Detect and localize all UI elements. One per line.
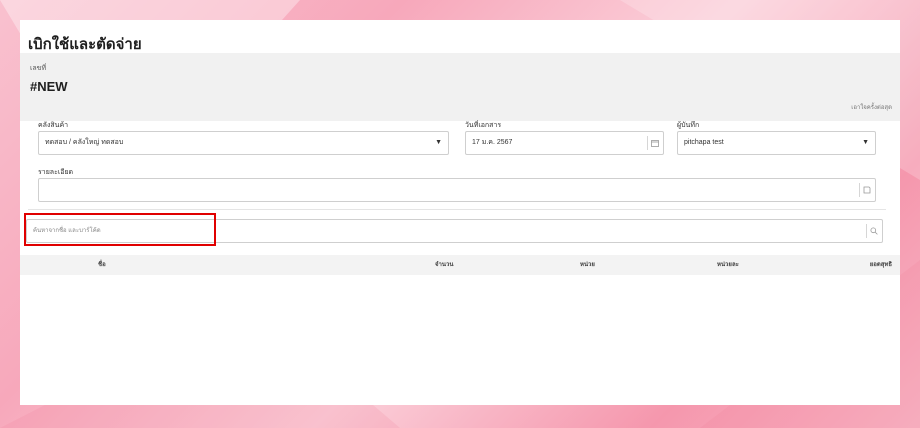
caret-down-icon: ▼ bbox=[435, 139, 442, 146]
doc-date-label: วันที่เอกสาร bbox=[465, 122, 502, 129]
section-divider bbox=[28, 209, 886, 210]
details-label: รายละเอียด bbox=[38, 169, 74, 176]
document-number: #NEW bbox=[30, 79, 68, 94]
column-header-unit: หน่วย bbox=[580, 262, 595, 268]
column-header-quantity: จำนวน bbox=[435, 262, 454, 268]
recorder-select[interactable]: pitchapa test ▼ bbox=[677, 131, 876, 155]
column-header-unit-price: หน่วยละ bbox=[717, 262, 739, 268]
warehouse-select[interactable]: ทดสอบ / คลังใหญ่ ทดสอบ ▼ bbox=[38, 131, 449, 155]
warehouse-label: คลังสินค้า bbox=[38, 122, 69, 129]
column-header-name: ชื่อ bbox=[98, 262, 106, 268]
recorder-value: pitchapa test bbox=[684, 139, 724, 146]
details-input[interactable] bbox=[38, 178, 876, 202]
warehouse-value: ทดสอบ / คลังใหญ่ ทดสอบ bbox=[45, 139, 124, 146]
doc-date-value: 17 ม.ค. 2567 bbox=[472, 139, 513, 146]
document-header: เลขที่ #NEW เอาใจครั้งต่อสุด bbox=[20, 53, 900, 121]
column-header-net-total: ยอดสุทธิ bbox=[869, 262, 892, 268]
calendar-icon[interactable] bbox=[647, 136, 661, 150]
search-icon[interactable] bbox=[866, 224, 880, 238]
recorder-label: ผู้บันทึก bbox=[677, 122, 700, 129]
caret-down-icon: ▼ bbox=[862, 139, 869, 146]
note-icon[interactable] bbox=[859, 183, 873, 197]
document-number-label: เลขที่ bbox=[30, 65, 47, 72]
search-highlight-box bbox=[24, 213, 216, 246]
items-table-header: ชื่อ จำนวน หน่วย หน่วยละ ยอดสุทธิ bbox=[20, 255, 900, 275]
main-panel: เบิกใช้และตัดจ่าย เลขที่ #NEW เอาใจครั้ง… bbox=[20, 20, 900, 405]
document-note: เอาใจครั้งต่อสุด bbox=[851, 105, 892, 111]
doc-date-field[interactable]: 17 ม.ค. 2567 bbox=[465, 131, 664, 155]
